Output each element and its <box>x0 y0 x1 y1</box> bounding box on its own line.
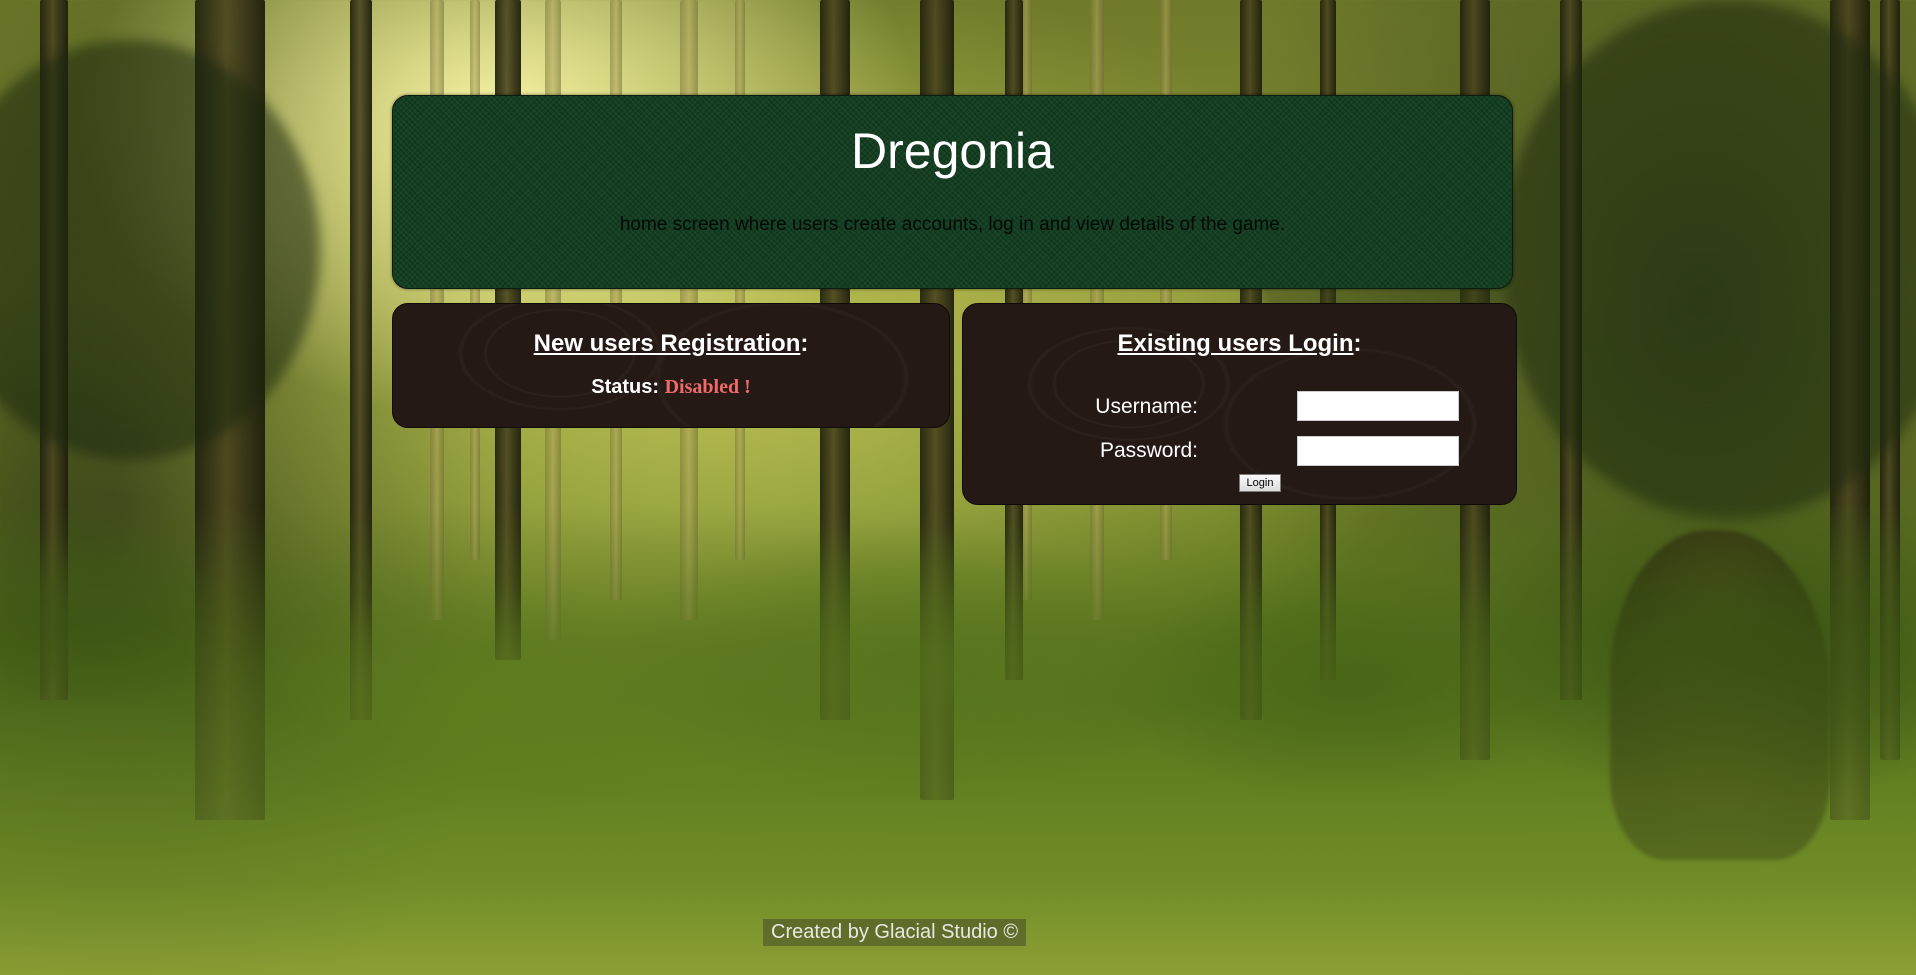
login-form: Username: Password: Login <box>963 304 1518 492</box>
header-panel: Dregonia home screen where users create … <box>392 95 1513 289</box>
footer-credit: Created by Glacial Studio © <box>763 919 1027 946</box>
registration-heading: New users Registration: <box>393 330 949 358</box>
status-label: Status: <box>591 376 660 398</box>
password-label: Password: <box>1099 439 1198 462</box>
site-title: Dregonia <box>851 123 1054 179</box>
registration-heading-text: New users Registration <box>533 330 801 357</box>
registration-heading-colon: : <box>800 330 809 357</box>
login-panel: Existing users Login: Username: Password… <box>962 303 1517 505</box>
site-description: home screen where users create accounts,… <box>619 214 1286 235</box>
registration-status: Status: Disabled ! <box>393 376 949 399</box>
username-input[interactable] <box>1297 391 1459 421</box>
username-label: Username: <box>1095 395 1198 418</box>
login-button[interactable]: Login <box>1239 474 1281 492</box>
status-value: Disabled ! <box>664 376 751 398</box>
registration-panel: New users Registration: Status: Disabled… <box>392 303 950 428</box>
password-input[interactable] <box>1297 436 1459 466</box>
